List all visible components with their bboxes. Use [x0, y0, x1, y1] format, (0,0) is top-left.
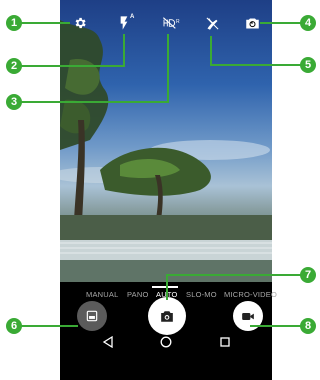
video-camera-icon [242, 312, 254, 320]
camera-screen: A R MANUAL PANO SLO-MO MICRO-VIDEO [60, 0, 277, 380]
callout-leader-7 [166, 274, 308, 276]
callout-2: 2 [6, 58, 22, 74]
recents-button[interactable] [217, 334, 233, 350]
recents-square-icon [220, 337, 230, 347]
scene-button[interactable] [200, 12, 224, 34]
hdr-button[interactable]: R [158, 12, 182, 34]
callout-leader-7-vertical [166, 274, 168, 300]
gallery-thumbnail-icon [86, 310, 98, 322]
callout-5: 5 [300, 57, 316, 73]
callout-leader-2 [20, 65, 124, 67]
navigation-bar [60, 328, 272, 356]
callout-4: 4 [300, 15, 316, 31]
flash-button[interactable]: A [114, 12, 138, 34]
callout-7: 7 [300, 267, 316, 283]
callout-leader-5-vertical [210, 36, 212, 66]
mode-manual[interactable]: MANUAL [86, 290, 118, 299]
mode-pano[interactable]: PANO [127, 290, 149, 299]
mode-micro-video[interactable]: MICRO-VIDEO [224, 290, 277, 299]
back-triangle-icon [102, 336, 113, 348]
callout-6: 6 [6, 318, 22, 334]
flash-mode-label: A [130, 14, 135, 20]
callout-leader-6 [20, 325, 78, 327]
gallery-button[interactable] [77, 301, 107, 331]
callout-leader-5 [210, 64, 308, 66]
camera-icon [161, 310, 173, 322]
back-button[interactable] [100, 334, 116, 350]
home-button[interactable] [158, 334, 174, 350]
active-mode-indicator [152, 286, 178, 288]
callout-1: 1 [6, 15, 22, 31]
gear-icon [75, 17, 86, 29]
hdr-mode-label: R [176, 19, 180, 25]
callout-3: 3 [6, 94, 22, 110]
settings-button[interactable] [68, 12, 92, 34]
scene-off-icon [206, 17, 218, 30]
home-circle-icon [160, 336, 172, 348]
viewfinder[interactable]: A R [60, 0, 272, 282]
mode-slo-mo[interactable]: SLO-MO [186, 290, 217, 299]
top-controls: A R [60, 0, 272, 44]
callout-leader-3-vertical [167, 34, 169, 103]
callout-leader-1 [20, 22, 70, 24]
callout-leader-3 [20, 101, 168, 103]
callout-leader-2-vertical [123, 34, 125, 67]
callout-8: 8 [300, 318, 316, 334]
switch-camera-icon [245, 18, 259, 28]
